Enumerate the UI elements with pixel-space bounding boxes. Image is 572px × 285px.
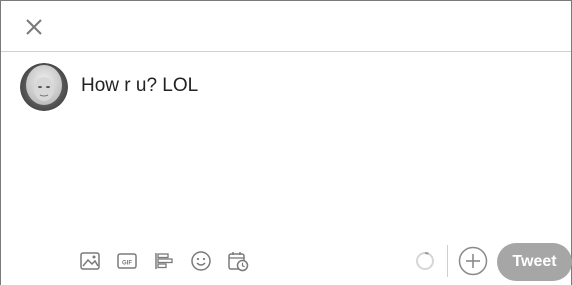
schedule-icon[interactable] bbox=[227, 250, 249, 272]
gif-icon[interactable]: GIF bbox=[116, 250, 138, 272]
character-progress-ring bbox=[416, 251, 434, 270]
gif-label: GIF bbox=[122, 261, 132, 267]
image-icon[interactable] bbox=[79, 250, 101, 272]
plus-circle-icon[interactable] bbox=[458, 246, 488, 276]
poll-icon[interactable] bbox=[153, 250, 175, 272]
header-divider bbox=[1, 51, 571, 52]
tweet-button[interactable]: Tweet bbox=[497, 243, 572, 281]
close-icon[interactable] bbox=[23, 16, 45, 38]
avatar[interactable] bbox=[20, 63, 68, 111]
tweet-text[interactable]: How r u? LOL bbox=[81, 75, 198, 97]
emoji-icon[interactable] bbox=[190, 250, 212, 272]
toolbar-separator bbox=[447, 245, 448, 277]
tweet-composer-modal: How r u? LOL GIF Tweet bbox=[0, 0, 572, 285]
